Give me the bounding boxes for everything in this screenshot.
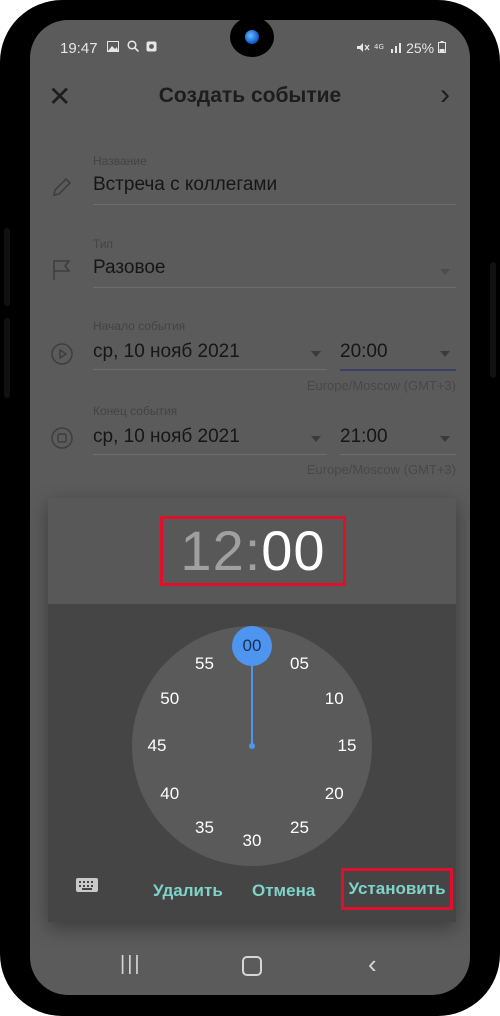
minute-display[interactable]: 00 — [261, 519, 325, 582]
dial-number-05[interactable]: 05 — [285, 652, 315, 676]
clock-dial[interactable]: 00 05 10 15 20 25 30 35 40 45 50 55 — [132, 626, 372, 866]
hour-display[interactable]: 12 — [180, 519, 244, 582]
status-right: 4G 25% — [356, 40, 446, 56]
chevron-right-icon[interactable]: › — [440, 78, 450, 112]
clock-center — [249, 743, 255, 749]
recent-apps-icon[interactable]: ||| — [120, 953, 142, 976]
time-picker-header: 12:00 — [48, 498, 456, 604]
back-icon[interactable]: ‹ — [368, 949, 377, 980]
set-button[interactable]: Установить — [341, 868, 453, 910]
dial-number-45[interactable]: 45 — [142, 734, 172, 758]
selected-minute[interactable]: 00 — [232, 626, 272, 666]
delete-button[interactable]: Удалить — [153, 881, 223, 901]
app-bar: ✕ Создать событие › — [30, 76, 470, 140]
chevron-down-icon — [440, 436, 450, 442]
screen: 19:47 4G 25% ✕ Создать событие › Названи… — [30, 20, 470, 995]
end-date-value: ср, 10 нояб 2021 — [93, 426, 240, 447]
dial-number-25[interactable]: 25 — [285, 816, 315, 840]
keyboard-icon[interactable] — [76, 878, 98, 892]
phone-frame: 19:47 4G 25% ✕ Создать событие › Названи… — [0, 0, 500, 1016]
svg-text:4G: 4G — [374, 43, 384, 51]
side-button-right — [490, 262, 496, 378]
type-field[interactable]: Тип Разовое — [93, 237, 456, 288]
time-separator: : — [244, 519, 262, 582]
app-icon — [146, 41, 157, 52]
chevron-down-icon — [311, 436, 321, 442]
type-value: Разовое — [93, 257, 166, 278]
dial-number-55[interactable]: 55 — [190, 652, 220, 676]
stop-circle-icon — [51, 427, 73, 449]
mute-icon — [357, 43, 370, 52]
dial-number-20[interactable]: 20 — [319, 782, 349, 806]
dial-number-15[interactable]: 15 — [332, 734, 362, 758]
status-left-icons — [107, 40, 157, 55]
pencil-icon — [52, 177, 72, 197]
time-picker-dialog: 12:00 00 05 10 15 20 25 30 35 40 45 50 55 Удалить … — [48, 498, 456, 922]
home-icon[interactable] — [242, 956, 262, 976]
gallery-icon — [107, 41, 119, 52]
battery-percent: 25% — [406, 40, 435, 56]
cancel-button[interactable]: Отмена — [252, 881, 315, 901]
power-button-left — [4, 318, 10, 398]
battery-icon — [438, 41, 446, 53]
camera-lens — [245, 30, 259, 44]
end-timezone: Europe/Moscow (GMT+3) — [306, 462, 456, 477]
chevron-down-icon — [440, 351, 450, 357]
start-date-field[interactable]: ср, 10 нояб 2021 — [93, 319, 327, 370]
start-timezone: Europe/Moscow (GMT+3) — [306, 378, 456, 393]
chevron-down-icon — [311, 351, 321, 357]
dial-number-35[interactable]: 35 — [190, 816, 220, 840]
end-date-field[interactable]: ср, 10 нояб 2021 — [93, 404, 327, 455]
page-title: Создать событие — [158, 84, 342, 107]
name-label: Название — [93, 154, 147, 168]
navigation-bar: ||| ‹ — [30, 945, 470, 995]
search-icon — [127, 40, 139, 53]
signal-icon — [391, 43, 402, 53]
start-time-value: 20:00 — [340, 341, 388, 362]
start-date-value: ср, 10 нояб 2021 — [93, 341, 240, 362]
play-circle-icon — [51, 343, 73, 365]
status-time: 19:47 — [60, 40, 98, 57]
end-time-field[interactable]: 21:00 — [340, 404, 456, 455]
time-display: 12:00 — [160, 516, 346, 586]
dial-number-10[interactable]: 10 — [319, 687, 349, 711]
chevron-down-icon — [440, 269, 450, 275]
dial-number-30[interactable]: 30 — [237, 829, 267, 853]
dial-number-40[interactable]: 40 — [155, 782, 185, 806]
name-value: Встреча с коллегами — [93, 174, 278, 195]
dial-number-50[interactable]: 50 — [155, 687, 185, 711]
volume-button — [4, 228, 10, 306]
name-field[interactable]: Название Встреча с коллегами — [93, 154, 456, 205]
flag-icon — [53, 260, 71, 280]
type-label: Тип — [93, 237, 114, 251]
start-time-field[interactable]: 20:00 — [340, 319, 456, 371]
front-camera — [230, 17, 274, 57]
end-time-value: 21:00 — [340, 426, 388, 447]
dialog-actions: Удалить Отмена Установить — [48, 868, 456, 922]
4g-icon: 4G — [374, 43, 384, 51]
